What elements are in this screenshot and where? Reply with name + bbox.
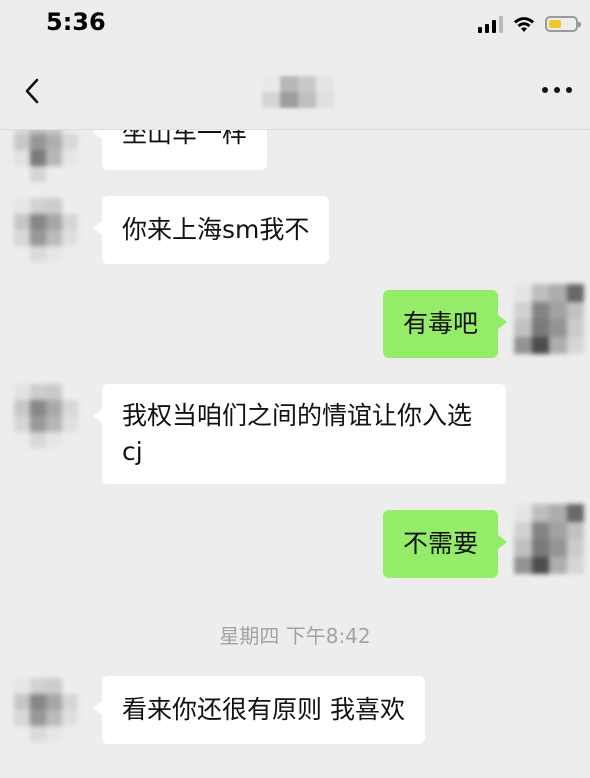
- avatar[interactable]: [14, 678, 78, 742]
- message-bubble-incoming[interactable]: 我权当咱们之间的情谊让你入选cj: [93, 384, 506, 484]
- my-avatar[interactable]: [514, 504, 584, 574]
- status-time: 5:36: [46, 8, 106, 36]
- message-text: 不需要: [402, 529, 478, 558]
- battery-icon: [545, 16, 581, 32]
- chevron-left-icon[interactable]: [18, 76, 48, 106]
- message-timestamp: 星期四 下午8:42: [219, 624, 371, 648]
- message-text: 看来你还很有原则 我喜欢: [122, 695, 405, 724]
- message-list[interactable]: 坐山车一样 你来上海sm我不 有毒吧 我权当咱们之间的情谊让你入选cj 不需要: [0, 130, 590, 778]
- more-dots-icon[interactable]: [540, 80, 574, 100]
- message-bubble-outgoing[interactable]: 不需要: [382, 510, 508, 578]
- status-icons: [478, 12, 581, 36]
- avatar[interactable]: [14, 198, 78, 262]
- my-avatar[interactable]: [514, 284, 584, 354]
- message-bubble-incoming[interactable]: 坐山车一样: [92, 130, 268, 170]
- battery-level: [549, 20, 561, 28]
- contact-name-blurred: [262, 76, 334, 108]
- status-bar: 5:36: [0, 0, 590, 52]
- message-text: 坐山车一样: [122, 130, 248, 148]
- message-text: 我权当咱们之间的情谊让你入选cj: [122, 401, 473, 466]
- message-bubble-incoming[interactable]: 看来你还很有原则 我喜欢: [93, 676, 425, 744]
- avatar[interactable]: [14, 130, 78, 182]
- message-bubble-outgoing[interactable]: 有毒吧: [382, 290, 508, 358]
- cellular-signal-icon: [478, 15, 503, 33]
- avatar[interactable]: [14, 384, 78, 448]
- message-text: 你来上海sm我不: [122, 215, 310, 244]
- message-bubble-incoming[interactable]: 你来上海sm我不: [92, 196, 330, 264]
- chat-header: [0, 52, 590, 130]
- wifi-icon: [514, 17, 534, 32]
- message-text: 有毒吧: [402, 309, 478, 338]
